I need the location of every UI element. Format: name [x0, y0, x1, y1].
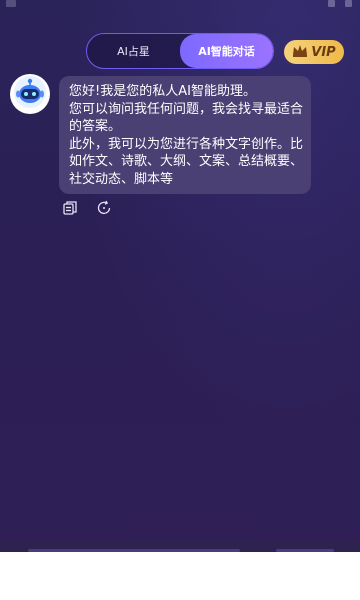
crown-icon — [292, 44, 308, 61]
status-bar — [0, 0, 360, 14]
chat-screen: AI占星 AI智能对话 VIP 您好!我是您的私人AI智能助理。 您可以询问我任… — [0, 0, 360, 552]
input-area — [0, 540, 360, 552]
vip-label: VIP — [311, 44, 336, 60]
input-field-edge[interactable] — [28, 549, 240, 552]
battery-icon — [345, 0, 352, 7]
robot-icon — [13, 75, 47, 113]
tab-ai-astrology[interactable]: AI占星 — [87, 34, 180, 68]
regenerate-button[interactable] — [96, 200, 112, 220]
regenerate-icon — [96, 200, 112, 220]
mode-tabs: AI占星 AI智能对话 — [86, 33, 274, 69]
assistant-message: 您好!我是您的私人AI智能助理。 您可以询问我任何问题，我会找寻最适合的答案。 … — [59, 76, 311, 194]
status-icon — [6, 0, 16, 7]
send-button-edge[interactable] — [276, 549, 334, 552]
copy-icon — [62, 200, 78, 220]
wifi-icon — [328, 0, 335, 7]
message-actions — [62, 200, 112, 220]
tab-ai-chat[interactable]: AI智能对话 — [180, 34, 273, 68]
assistant-avatar — [10, 74, 50, 114]
vip-button[interactable]: VIP — [284, 40, 344, 64]
copy-button[interactable] — [62, 200, 78, 220]
